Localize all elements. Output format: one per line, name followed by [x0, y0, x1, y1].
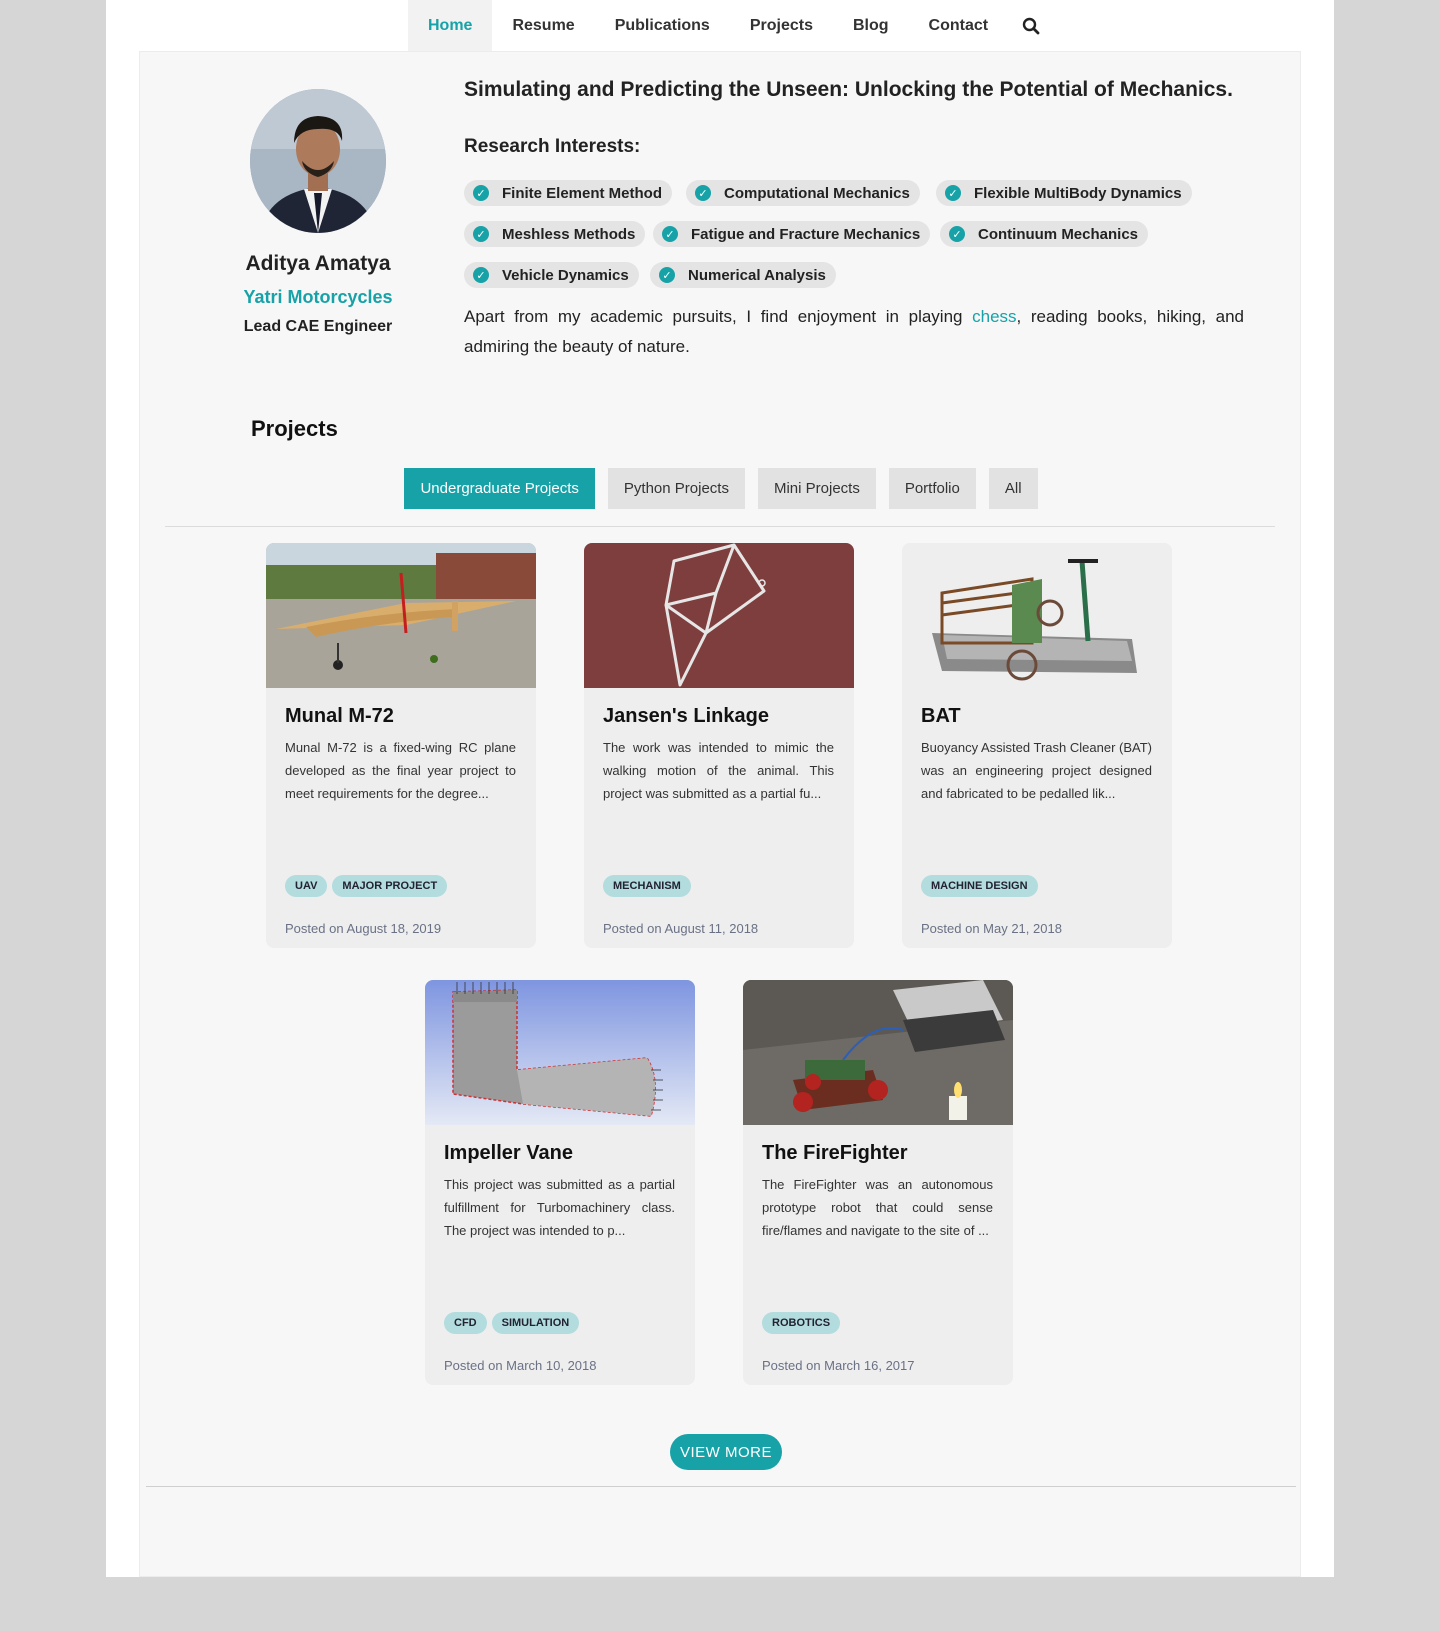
- posted-date: Posted on August 11, 2018: [603, 921, 759, 936]
- interest-chip: ✓ Numerical Analysis: [650, 262, 836, 288]
- tag-machine-design[interactable]: MACHINE DESIGN: [921, 875, 1038, 897]
- filter-python-projects[interactable]: Python Projects: [607, 468, 745, 509]
- check-icon: ✓: [949, 226, 965, 242]
- footer-divider: [146, 1486, 1296, 1487]
- posted-date: Posted on March 10, 2018: [444, 1358, 597, 1373]
- headline: Simulating and Predicting the Unseen: Un…: [464, 78, 1233, 101]
- project-card-bat[interactable]: BAT Buoyancy Assisted Trash Cleaner (BAT…: [902, 543, 1172, 948]
- view-more-button[interactable]: VIEW MORE: [670, 1434, 782, 1470]
- interest-chip: ✓ Vehicle Dynamics: [464, 262, 639, 288]
- interest-label: Meshless Methods: [502, 225, 636, 243]
- interest-chip: ✓ Flexible MultiBody Dynamics: [936, 180, 1192, 206]
- project-title: Impeller Vane: [444, 1142, 573, 1164]
- project-tags: ROBOTICS: [762, 1312, 841, 1334]
- check-icon: ✓: [659, 267, 675, 283]
- profile-name: Aditya Amatya: [245, 252, 391, 275]
- research-interests-title: Research Interests:: [464, 136, 641, 157]
- nav-contact[interactable]: Contact: [909, 0, 1009, 51]
- interest-chip: ✓ Fatigue and Fracture Mechanics: [653, 221, 931, 247]
- chess-link[interactable]: chess: [972, 307, 1016, 326]
- posted-date: Posted on August 18, 2019: [285, 921, 442, 936]
- project-thumbnail: [584, 543, 854, 688]
- project-tags: MECHANISM: [603, 875, 691, 897]
- filter-all[interactable]: All: [988, 468, 1038, 509]
- project-excerpt: Buoyancy Assisted Trash Cleaner (BAT) wa…: [921, 740, 1152, 801]
- nav-publications[interactable]: Publications: [595, 0, 730, 51]
- page: Home Resume Publications Projects Blog C…: [106, 0, 1334, 1577]
- profile-company-link[interactable]: Yatri Motorcycles: [200, 287, 436, 308]
- main-container: Aditya Amatya Yatri Motorcycles Lead CAE…: [139, 51, 1301, 1577]
- interest-label: Continuum Mechanics: [978, 225, 1139, 243]
- interest-chip: ✓ Computational Mechanics: [686, 180, 920, 206]
- nav-blog[interactable]: Blog: [833, 0, 909, 51]
- check-icon: ✓: [662, 226, 678, 242]
- interest-chip: ✓ Finite Element Method: [464, 180, 673, 206]
- interest-chip: ✓ Meshless Methods: [464, 221, 646, 247]
- avatar: [250, 89, 386, 233]
- projects-heading: Projects: [251, 416, 338, 441]
- project-excerpt: This project was submitted as a partial …: [444, 1177, 675, 1238]
- interest-label: Finite Element Method: [502, 184, 663, 202]
- interest-label: Vehicle Dynamics: [502, 266, 629, 284]
- project-card-munal[interactable]: Munal M-72 Munal M-72 is a fixed-wing RC…: [266, 543, 536, 948]
- nav-resume[interactable]: Resume: [492, 0, 594, 51]
- interest-label: Fatigue and Fracture Mechanics: [691, 225, 921, 243]
- tag-robotics[interactable]: ROBOTICS: [762, 1312, 841, 1334]
- project-tags: UAV MAJOR PROJECT: [285, 875, 448, 897]
- project-card-impeller-vane[interactable]: Impeller Vane This project was submitted…: [425, 980, 695, 1385]
- interest-label: Numerical Analysis: [688, 266, 826, 284]
- project-title: The FireFighter: [762, 1142, 908, 1164]
- divider: [165, 526, 1275, 527]
- about-paragraph: Apart from my academic pursuits, I find …: [464, 302, 1244, 362]
- project-excerpt: The work was intended to mimic the walki…: [603, 740, 834, 801]
- tag-cfd[interactable]: CFD: [444, 1312, 487, 1334]
- project-title: BAT: [921, 705, 961, 727]
- project-filters: Undergraduate Projects Python Projects M…: [140, 468, 1302, 509]
- posted-date: Posted on May 21, 2018: [921, 921, 1062, 936]
- interest-chip: ✓ Continuum Mechanics: [940, 221, 1149, 247]
- filter-portfolio[interactable]: Portfolio: [888, 468, 976, 509]
- project-title: Jansen's Linkage: [603, 705, 769, 727]
- posted-date: Posted on March 16, 2017: [762, 1358, 915, 1373]
- project-card-jansens-linkage[interactable]: Jansen's Linkage The work was intended t…: [584, 543, 854, 948]
- project-thumbnail: [266, 543, 536, 688]
- nav-projects[interactable]: Projects: [730, 0, 833, 51]
- tag-simulation[interactable]: SIMULATION: [491, 1312, 580, 1334]
- project-title: Munal M-72: [285, 705, 394, 727]
- filter-undergraduate-projects[interactable]: Undergraduate Projects: [404, 468, 595, 509]
- check-icon: ✓: [945, 185, 961, 201]
- profile-role: Lead CAE Engineer: [243, 318, 393, 335]
- project-card-firefighter[interactable]: The FireFighter The FireFighter was an a…: [743, 980, 1013, 1385]
- tag-uav[interactable]: UAV: [285, 875, 328, 897]
- check-icon: ✓: [695, 185, 711, 201]
- project-thumbnail: [425, 980, 695, 1125]
- about-text-start: Apart from my academic pursuits, I find …: [464, 307, 973, 326]
- search-icon: [1022, 17, 1040, 34]
- tag-major-project[interactable]: MAJOR PROJECT: [332, 875, 448, 897]
- check-icon: ✓: [473, 226, 489, 242]
- interest-label: Computational Mechanics: [724, 184, 910, 202]
- tag-mechanism[interactable]: MECHANISM: [603, 875, 691, 897]
- filter-mini-projects[interactable]: Mini Projects: [757, 468, 876, 509]
- project-thumbnail: [743, 980, 1013, 1125]
- check-icon: ✓: [473, 267, 489, 283]
- project-tags: MACHINE DESIGN: [921, 875, 1038, 897]
- nav-home[interactable]: Home: [408, 0, 493, 51]
- project-excerpt: Munal M-72 is a fixed-wing RC plane deve…: [285, 740, 516, 801]
- project-thumbnail: [902, 543, 1172, 688]
- project-tags: CFD SIMULATION: [444, 1312, 580, 1334]
- search-button[interactable]: [1008, 0, 1054, 51]
- top-nav: Home Resume Publications Projects Blog C…: [408, 0, 1054, 51]
- check-icon: ✓: [473, 185, 489, 201]
- interest-label: Flexible MultiBody Dynamics: [974, 184, 1182, 202]
- project-excerpt: The FireFighter was an autonomous protot…: [762, 1177, 993, 1238]
